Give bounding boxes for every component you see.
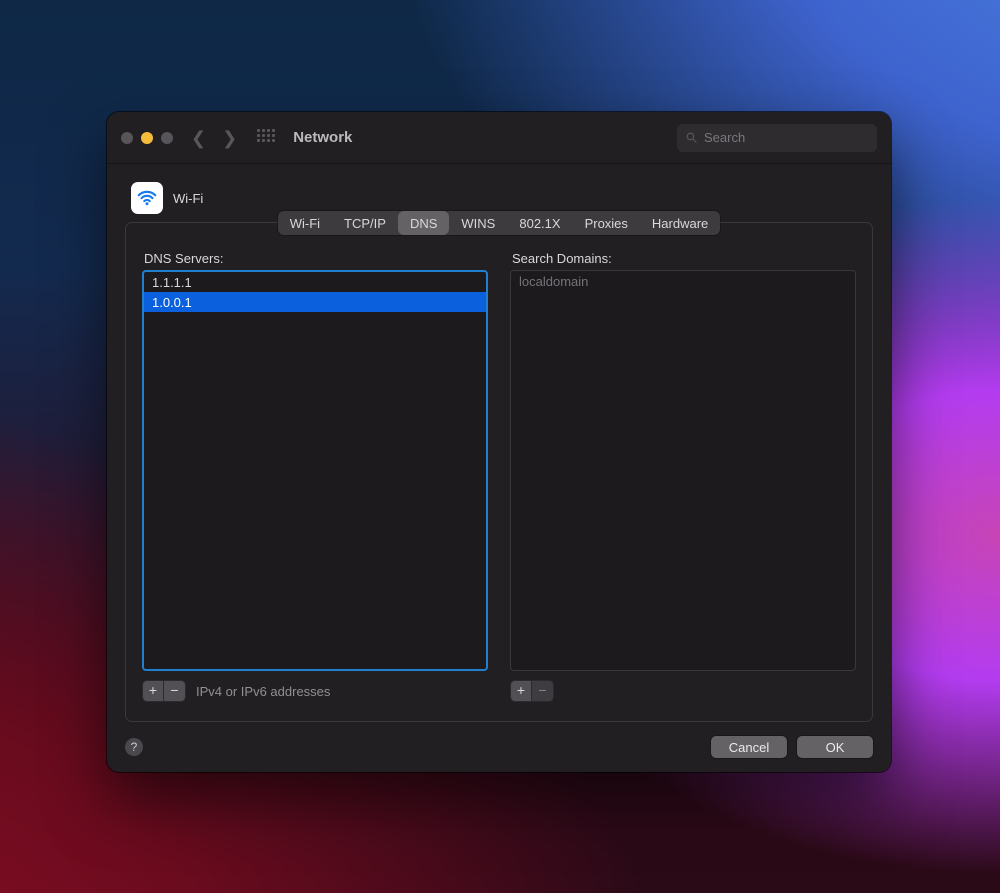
- back-button[interactable]: ❮: [187, 129, 210, 147]
- search-domain-row[interactable]: localdomain: [511, 271, 855, 291]
- interface-header: Wi-Fi: [131, 182, 873, 214]
- search-domains-label: Search Domains:: [512, 251, 856, 266]
- search-icon: [685, 131, 698, 144]
- dns-remove-button[interactable]: −: [164, 680, 186, 702]
- help-button[interactable]: ?: [125, 738, 143, 756]
- zoom-window-button[interactable]: [161, 132, 173, 144]
- domains-plus-minus: + −: [510, 680, 554, 702]
- content: Wi-Fi Wi-FiTCP/IPDNSWINS802.1XProxiesHar…: [107, 164, 891, 772]
- cancel-button[interactable]: Cancel: [711, 736, 787, 758]
- tab-8021x[interactable]: 802.1X: [507, 211, 572, 235]
- dns-hint: IPv4 or IPv6 addresses: [196, 684, 330, 699]
- dns-servers-list[interactable]: 1.1.1.11.0.0.1: [142, 270, 488, 671]
- domains-remove-button[interactable]: −: [532, 680, 554, 702]
- tab-wins[interactable]: WINS: [449, 211, 507, 235]
- settings-panel: Wi-FiTCP/IPDNSWINS802.1XProxiesHardware …: [125, 222, 873, 722]
- domains-add-button[interactable]: +: [510, 680, 532, 702]
- minimize-window-button[interactable]: [141, 132, 153, 144]
- search-placeholder: Search: [704, 130, 745, 145]
- network-prefs-window: ❮ ❯ Network Search Wi-Fi Wi-FiTCP/IPDNSW…: [107, 112, 891, 772]
- window-title: Network: [293, 129, 352, 146]
- tab-wifi[interactable]: Wi-Fi: [278, 211, 332, 235]
- dns-servers-label: DNS Servers:: [144, 251, 488, 266]
- close-window-button[interactable]: [121, 132, 133, 144]
- dns-add-button[interactable]: +: [142, 680, 164, 702]
- search-domains-list[interactable]: localdomain: [510, 270, 856, 671]
- tab-bar: Wi-FiTCP/IPDNSWINS802.1XProxiesHardware: [278, 211, 721, 235]
- dns-column: DNS Servers: 1.1.1.11.0.0.1 + − IPv4 or …: [142, 247, 488, 705]
- toolbar: ❮ ❯ Network Search: [107, 112, 891, 164]
- forward-button[interactable]: ❯: [218, 129, 241, 147]
- dns-server-row[interactable]: 1.1.1.1: [144, 272, 486, 292]
- tab-hardware[interactable]: Hardware: [640, 211, 720, 235]
- tab-tcpip[interactable]: TCP/IP: [332, 211, 398, 235]
- dns-server-row[interactable]: 1.0.0.1: [144, 292, 486, 312]
- dns-plus-minus: + −: [142, 680, 186, 702]
- ok-button[interactable]: OK: [797, 736, 873, 758]
- window-controls: [121, 132, 173, 144]
- tab-dns[interactable]: DNS: [398, 211, 449, 235]
- tab-proxies[interactable]: Proxies: [573, 211, 640, 235]
- show-all-icon[interactable]: [257, 129, 275, 147]
- interface-name: Wi-Fi: [173, 191, 203, 206]
- footer: ? Cancel OK: [125, 736, 873, 758]
- domains-column: Search Domains: localdomain + −: [510, 247, 856, 705]
- search-field[interactable]: Search: [677, 124, 877, 152]
- wifi-icon: [131, 182, 163, 214]
